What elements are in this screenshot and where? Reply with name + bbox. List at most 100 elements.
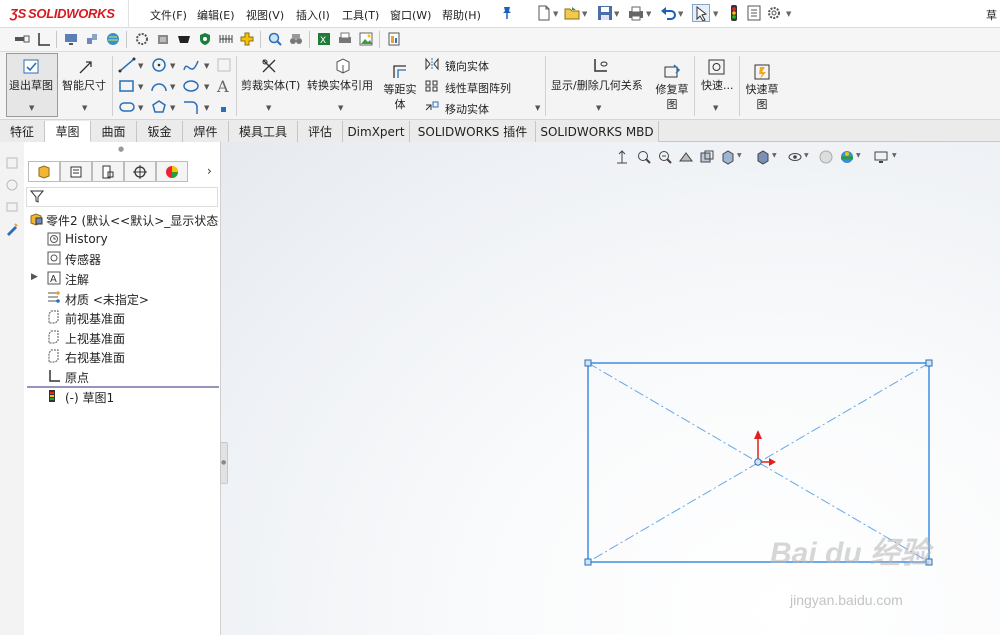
shield-icon[interactable] bbox=[197, 31, 213, 47]
tab-weldments[interactable]: 焊件 bbox=[183, 121, 229, 142]
print-icon[interactable] bbox=[627, 4, 645, 22]
menu-tools[interactable]: 工具(T) bbox=[342, 7, 379, 23]
cubes-icon[interactable] bbox=[155, 31, 171, 47]
chevron-down-icon[interactable]: ▼ bbox=[856, 152, 861, 159]
view-settings-icon[interactable] bbox=[873, 149, 889, 165]
menu-file[interactable]: 文件(F) bbox=[150, 7, 187, 23]
repair-sketch-icon[interactable] bbox=[663, 63, 681, 84]
smart-dimension-label[interactable]: 智能尺寸 bbox=[62, 77, 106, 93]
tab-mold-tools[interactable]: 模具工具 bbox=[229, 121, 298, 142]
chevron-down-icon[interactable]: ▼ bbox=[678, 10, 683, 18]
plus-badge-icon[interactable] bbox=[239, 31, 255, 47]
rectangle-corner-point[interactable] bbox=[584, 359, 592, 367]
menu-window[interactable]: 窗口(W) bbox=[390, 7, 431, 23]
chevron-down-icon[interactable]: ▼ bbox=[646, 10, 651, 18]
chevron-down-icon[interactable]: ▼ bbox=[786, 10, 791, 18]
menu-view[interactable]: 视图(V) bbox=[246, 7, 284, 23]
chevron-down-icon[interactable]: ▼ bbox=[204, 104, 209, 112]
property-manager-tab[interactable] bbox=[60, 161, 92, 182]
mirror-entities-label[interactable]: 镜向实体 bbox=[445, 58, 489, 74]
fillet-tool-icon[interactable] bbox=[182, 99, 200, 118]
feature-manager-tab[interactable] bbox=[28, 161, 60, 182]
offset-entities-label[interactable]: 等距实 体 bbox=[383, 82, 417, 112]
rapid-sketch-icon[interactable] bbox=[753, 63, 771, 84]
panel-grip-icon[interactable]: ● bbox=[118, 145, 124, 153]
tree-item-sensors[interactable]: 传感器 bbox=[65, 251, 101, 268]
chevron-down-icon[interactable]: ▼ bbox=[582, 10, 587, 18]
slot-tool-icon[interactable] bbox=[118, 99, 136, 118]
arc-tool-icon[interactable] bbox=[150, 78, 168, 97]
tab-solidworks-mbd[interactable]: SOLIDWORKS MBD bbox=[536, 121, 659, 142]
surface-on-face-icon[interactable] bbox=[216, 57, 232, 76]
chevron-down-icon[interactable]: ▼ bbox=[713, 104, 718, 112]
tab-features[interactable]: 特征 bbox=[0, 121, 45, 142]
chevron-down-icon[interactable]: ▼ bbox=[170, 83, 175, 91]
menu-insert[interactable]: 插入(I) bbox=[296, 7, 330, 23]
smart-dimension-icon[interactable] bbox=[77, 58, 97, 79]
rectangle-corner-point[interactable] bbox=[925, 359, 933, 367]
gear-icon[interactable] bbox=[765, 4, 783, 22]
image-export-icon[interactable] bbox=[358, 31, 374, 47]
chevron-down-icon[interactable]: ▼ bbox=[266, 104, 271, 112]
trim-entities-label[interactable]: 剪裁实体(T) bbox=[241, 77, 300, 93]
tree-item-top-plane[interactable]: 上视基准面 bbox=[65, 330, 125, 347]
chevron-down-icon[interactable]: ▼ bbox=[737, 152, 742, 159]
rectangle-corner-point[interactable] bbox=[584, 558, 592, 566]
configuration-manager-tab[interactable] bbox=[92, 161, 124, 182]
chevron-down-icon[interactable]: ▼ bbox=[138, 62, 143, 70]
offset-entities-icon[interactable] bbox=[391, 63, 409, 84]
point-tool-icon[interactable] bbox=[220, 103, 228, 117]
dynamic-annotation-icon[interactable] bbox=[699, 149, 715, 165]
move-entities-icon[interactable] bbox=[424, 100, 440, 117]
print-preview-icon[interactable] bbox=[337, 31, 353, 47]
quick-snaps-label[interactable]: 快速... bbox=[701, 77, 734, 93]
tab-sketch[interactable]: 草图 bbox=[45, 121, 91, 142]
relations-sidebar-icon[interactable] bbox=[5, 178, 19, 195]
chevron-down-icon[interactable]: ▼ bbox=[614, 10, 619, 18]
tools-sidebar-icon[interactable] bbox=[5, 222, 19, 239]
spline-tool-icon[interactable] bbox=[182, 57, 200, 76]
dimxpert-manager-tab[interactable] bbox=[124, 161, 156, 182]
section-view-icon[interactable] bbox=[678, 149, 694, 165]
tree-item-history[interactable]: History bbox=[65, 232, 108, 246]
save-icon[interactable] bbox=[596, 4, 614, 22]
excel-export-icon[interactable]: X bbox=[316, 31, 332, 47]
chevron-down-icon[interactable]: ▼ bbox=[138, 104, 143, 112]
chevron-down-icon[interactable]: ▼ bbox=[29, 104, 34, 112]
display-manager-tab[interactable] bbox=[156, 161, 188, 182]
display-sidebar-icon[interactable] bbox=[5, 200, 19, 217]
tree-root-part[interactable]: 零件2 (默认<<默认>_显示状态 bbox=[46, 212, 218, 229]
convert-entities-label[interactable]: 转换实体引用 bbox=[307, 77, 373, 93]
chevron-down-icon[interactable]: ▼ bbox=[204, 83, 209, 91]
chevron-down-icon[interactable]: ▼ bbox=[772, 152, 777, 159]
expand-arrow-icon[interactable]: ▶ bbox=[31, 272, 38, 282]
chevron-down-icon[interactable]: ▼ bbox=[892, 152, 897, 159]
chevron-down-icon[interactable]: ▼ bbox=[713, 10, 718, 18]
text-tool-icon[interactable]: A bbox=[216, 77, 232, 98]
tree-filter-field[interactable] bbox=[26, 187, 218, 207]
tab-evaluate[interactable]: 评估 bbox=[298, 121, 343, 142]
chevron-down-icon[interactable]: ▼ bbox=[553, 10, 558, 18]
tab-sheet-metal[interactable]: 钣金 bbox=[137, 121, 183, 142]
menu-edit[interactable]: 编辑(E) bbox=[197, 7, 235, 23]
rollback-bar[interactable] bbox=[27, 386, 219, 388]
rectangle-tool-icon[interactable] bbox=[118, 78, 136, 97]
linear-pattern-icon[interactable] bbox=[424, 79, 440, 96]
display-relations-icon[interactable] bbox=[590, 57, 610, 78]
binoculars-icon[interactable] bbox=[288, 31, 304, 47]
view-orientation-icon[interactable] bbox=[720, 149, 736, 165]
zoom-area-icon[interactable] bbox=[636, 149, 652, 165]
apply-scene-icon[interactable] bbox=[839, 149, 855, 165]
mirror-entities-icon[interactable] bbox=[424, 57, 440, 74]
tree-item-front-plane[interactable]: 前视基准面 bbox=[65, 310, 125, 327]
tree-item-sketch1[interactable]: (-) 草图1 bbox=[65, 389, 114, 406]
chevron-right-icon[interactable]: › bbox=[207, 164, 212, 178]
chevron-down-icon[interactable]: ▼ bbox=[82, 104, 87, 112]
chevron-down-icon[interactable]: ▼ bbox=[338, 104, 343, 112]
tab-solidworks-addins[interactable]: SOLIDWORKS 插件 bbox=[410, 121, 536, 142]
undo-icon[interactable] bbox=[659, 4, 677, 22]
chevron-down-icon[interactable]: ▼ bbox=[170, 104, 175, 112]
circle-tool-icon[interactable] bbox=[150, 57, 168, 76]
sketch-sidebar-icon[interactable] bbox=[5, 156, 19, 173]
open-folder-icon[interactable] bbox=[563, 4, 581, 22]
